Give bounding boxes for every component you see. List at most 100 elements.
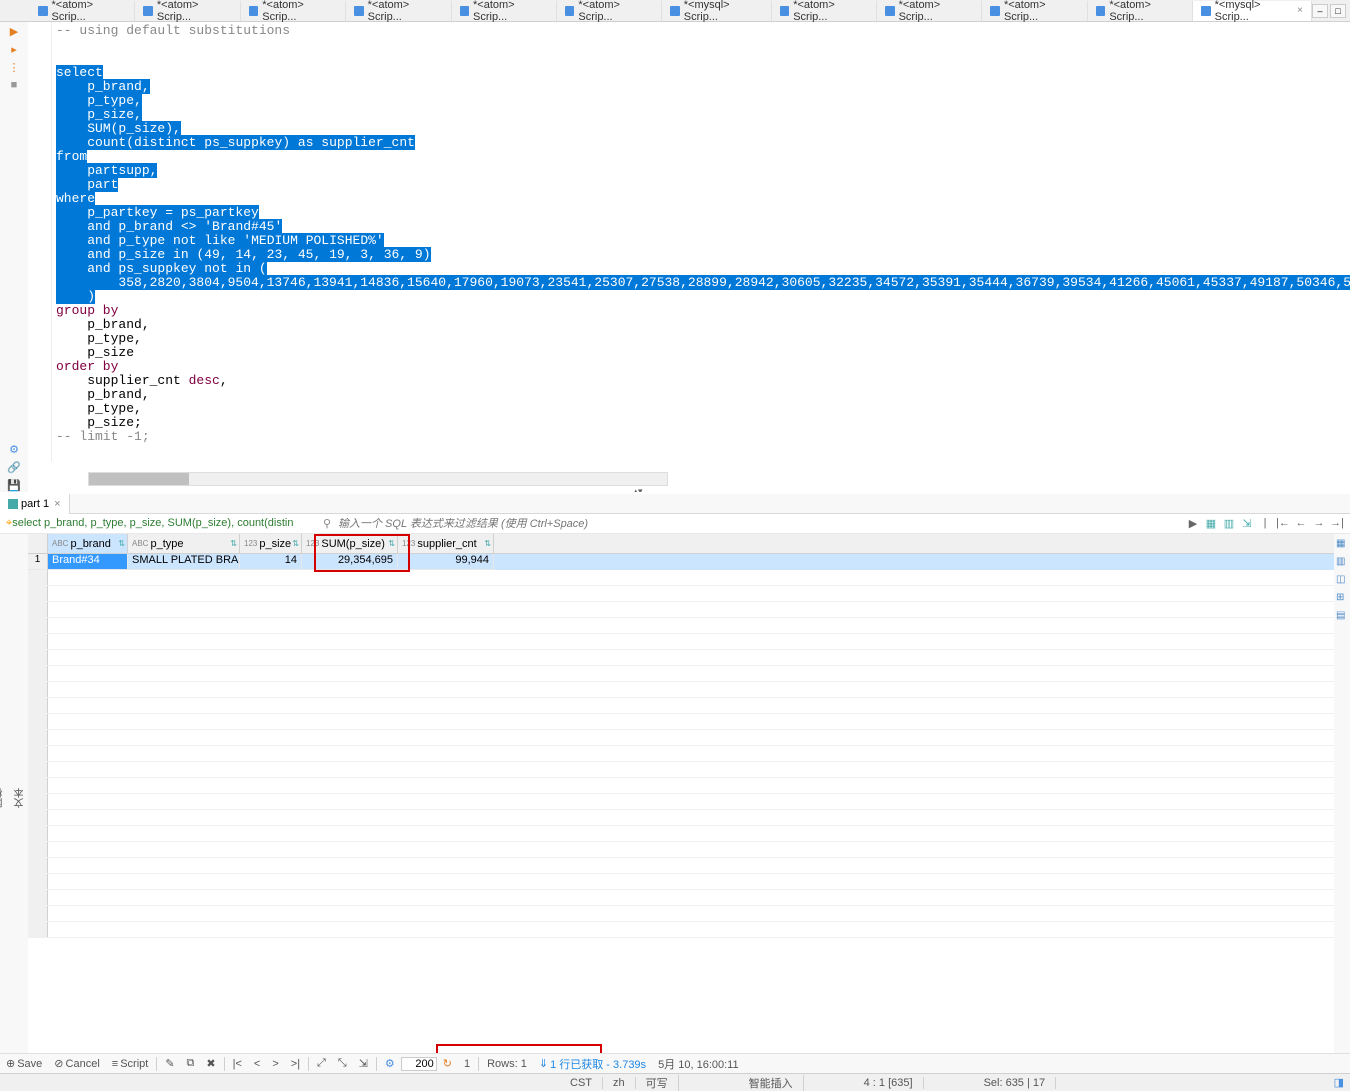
column-header-ptype[interactable]: ABCp_type⇅ — [128, 534, 240, 553]
status-selection: Sel: 635 | 17 — [974, 1077, 1057, 1089]
panel3-icon[interactable]: ◫ — [1336, 574, 1348, 586]
split-handle-icon[interactable]: ▴▾ — [608, 486, 668, 492]
panel4-icon[interactable]: ⊞ — [1336, 592, 1348, 604]
grid-empty-area — [28, 570, 1334, 938]
editor-gutter — [28, 22, 52, 462]
expand-icon[interactable]: ⤢ — [311, 1057, 332, 1070]
minimize-button[interactable]: – — [1312, 4, 1328, 18]
column-header-pbrand[interactable]: ABCp_brand⇅ — [48, 534, 128, 553]
nav-next-icon[interactable]: ▶ — [1186, 517, 1200, 531]
first-icon[interactable]: |← — [1276, 517, 1290, 531]
text-view-tab[interactable]: 文本 — [13, 538, 28, 1059]
prev-row-icon[interactable]: < — [248, 1058, 266, 1070]
export2-icon[interactable]: ⇲ — [353, 1057, 374, 1070]
tab-11[interactable]: *<atom> Scrip... — [1088, 1, 1193, 21]
close-icon[interactable]: × — [1297, 5, 1303, 16]
sql-editor[interactable]: -- using default substitutions select p_… — [28, 22, 1350, 492]
close-icon[interactable]: × — [54, 498, 60, 510]
filter-icon[interactable]: ⚲ — [320, 517, 334, 530]
tab-10[interactable]: *<atom> Scrip... — [982, 1, 1087, 21]
duplicate-icon[interactable]: ⧉ — [181, 1057, 201, 1070]
sort-icon[interactable]: ⇅ — [484, 539, 491, 548]
cancel-button[interactable]: ⊘ Cancel — [48, 1057, 105, 1070]
next-row-icon[interactable]: > — [266, 1058, 284, 1070]
save-button[interactable]: ⊕ Save — [0, 1057, 48, 1070]
row-number[interactable]: 1 — [28, 554, 48, 570]
panel5-icon[interactable]: ▤ — [1336, 610, 1348, 622]
status-locale: zh — [603, 1077, 636, 1089]
cell-sumsize[interactable]: 29,354,695 — [302, 554, 398, 570]
panel2-icon[interactable]: ▥ — [1336, 556, 1348, 568]
tab-6[interactable]: *<atom> Scrip... — [557, 1, 662, 21]
page-size-input[interactable] — [401, 1057, 437, 1071]
panels-icon[interactable]: ▦ — [1204, 517, 1218, 531]
last-icon[interactable]: →| — [1330, 517, 1344, 531]
grid-left-toolbar: 网格 文本 — [0, 534, 28, 1063]
tab-1[interactable]: *<atom> Scrip... — [30, 1, 135, 21]
tab-7[interactable]: *<mysql> Scrip... — [662, 1, 771, 21]
sql-code-area[interactable]: -- using default substitutions select p_… — [52, 22, 1350, 468]
sql-file-icon — [249, 6, 259, 16]
column-header-sumsize[interactable]: 123SUM(p_size)⇅ — [302, 534, 398, 553]
tab-2[interactable]: *<atom> Scrip... — [135, 1, 240, 21]
filter-input[interactable] — [334, 518, 1186, 530]
panels2-icon[interactable]: ▥ — [1222, 517, 1236, 531]
status-cursor-pos: 4 : 1 [635] — [854, 1077, 924, 1089]
cell-pbrand[interactable]: Brand#34 — [48, 554, 128, 570]
horizontal-scrollbar[interactable] — [88, 472, 668, 486]
sort-icon[interactable]: ⇅ — [118, 539, 125, 548]
results-tabstrip: part 1 × — [0, 494, 1350, 514]
collapse-icon[interactable]: ⤡ — [332, 1057, 353, 1070]
tab-5[interactable]: *<atom> Scrip... — [452, 1, 557, 21]
maximize-button[interactable]: □ — [1330, 4, 1346, 18]
last-row-icon[interactable]: >| — [285, 1058, 306, 1070]
next-icon[interactable]: → — [1312, 517, 1326, 531]
status-tz: CST — [560, 1077, 603, 1089]
explain-icon[interactable]: ⋮ — [7, 60, 21, 74]
script-button[interactable]: ≡ Script — [106, 1058, 155, 1070]
column-header-suppcnt[interactable]: 123supplier_cnt⇅ — [398, 534, 494, 553]
column-header-psize[interactable]: 123p_size⇅ — [240, 534, 302, 553]
first-row-icon[interactable]: |< — [227, 1058, 248, 1070]
grid-icon — [8, 499, 18, 509]
tab-8[interactable]: *<atom> Scrip... — [772, 1, 877, 21]
settings-icon[interactable]: ⚙ — [7, 442, 21, 456]
stop-icon[interactable]: ■ — [7, 78, 21, 92]
run-step-icon[interactable]: ▸ — [7, 42, 21, 56]
sql-file-icon — [1096, 6, 1106, 16]
cell-suppcnt[interactable]: 99,944 — [398, 554, 494, 570]
sort-icon[interactable]: ⇅ — [230, 539, 237, 548]
tab-12-active[interactable]: *<mysql> Scrip...× — [1193, 1, 1312, 21]
prev-icon[interactable]: ← — [1294, 517, 1308, 531]
fetch-status: ⇓ 1 行已获取 - 3.739s — [533, 1056, 652, 1072]
results-grid[interactable]: ABCp_brand⇅ ABCp_type⇅ 123p_size⇅ 123SUM… — [28, 534, 1334, 1063]
run-icon[interactable]: ▶ — [7, 24, 21, 38]
sort-icon[interactable]: ⇅ — [388, 539, 395, 548]
editor-left-toolbar: ▶ ▸ ⋮ ■ ⚙ 🔗 💾 — [0, 22, 28, 492]
delete-icon[interactable]: ✖ — [200, 1057, 221, 1070]
export-icon[interactable]: ⇲ — [1240, 517, 1254, 531]
result-tab-part1[interactable]: part 1 × — [0, 494, 70, 514]
status-corner-icon[interactable]: ◨ — [1334, 1076, 1350, 1089]
grid-corner[interactable] — [28, 534, 48, 553]
sep: | — [1258, 517, 1272, 531]
refresh-icon[interactable]: ↻ — [437, 1057, 458, 1070]
tab-3[interactable]: *<atom> Scrip... — [241, 1, 346, 21]
rows-label: Rows: 1 — [481, 1058, 533, 1070]
edit-icon[interactable]: ✎ — [159, 1057, 180, 1070]
settings-icon[interactable]: ⚙ — [379, 1057, 401, 1070]
sort-icon[interactable]: ⇅ — [292, 539, 299, 548]
grid-view-tab[interactable]: 网格 — [0, 538, 7, 1059]
sql-file-icon — [780, 6, 790, 16]
tab-9[interactable]: *<atom> Scrip... — [877, 1, 982, 21]
panel-icon[interactable]: ▦ — [1336, 538, 1348, 550]
save-file-icon[interactable]: 💾 — [7, 478, 21, 492]
tab-4[interactable]: *<atom> Scrip... — [346, 1, 451, 21]
cell-ptype[interactable]: SMALL PLATED BRASS — [128, 554, 240, 570]
scrollbar-thumb[interactable] — [89, 473, 189, 485]
results-toolbar: ⌖select p_brand, p_type, p_size, SUM(p_s… — [0, 514, 1350, 534]
link-icon[interactable]: 🔗 — [7, 460, 21, 474]
table-row[interactable]: 1 Brand#34 SMALL PLATED BRASS 14 29,354,… — [28, 554, 1334, 570]
cell-psize[interactable]: 14 — [240, 554, 302, 570]
results-bottom-toolbar: ⊕ Save ⊘ Cancel ≡ Script ✎ ⧉ ✖ |< < > >|… — [0, 1053, 1350, 1073]
